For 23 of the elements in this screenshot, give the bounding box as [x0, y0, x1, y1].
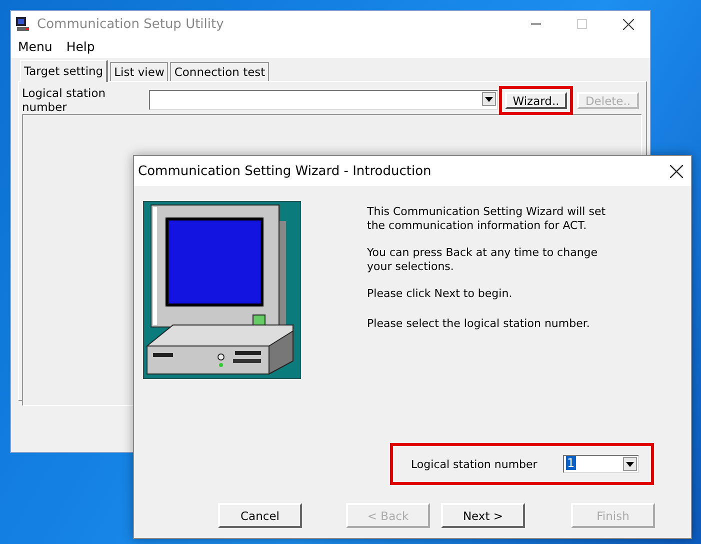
dialog-title: Communication Setting Wizard - Introduction	[138, 164, 432, 178]
dropdown-arrow-icon	[626, 462, 634, 466]
tab[interactable]: Connection test	[170, 62, 270, 81]
field-label: Logical station number	[411, 458, 538, 470]
dropdown-arrow-icon	[485, 96, 493, 102]
instruction-text: This Communication Setting Wizard will set the communication information for ACT.	[367, 205, 607, 233]
button[interactable]: Wizard..	[505, 92, 567, 108]
tab[interactable]: List view	[110, 62, 168, 81]
station-dropdown[interactable]: 1	[563, 455, 639, 473]
menu-item[interactable]: Help	[66, 39, 95, 56]
computer-icon	[15, 16, 31, 32]
station-dropdown[interactable]	[148, 90, 498, 110]
close-icon[interactable]	[670, 164, 683, 178]
instruction-text: You can press Back at any time to change your selections.	[367, 246, 599, 274]
instruction-text: Please click Next to begin.	[367, 287, 514, 301]
button[interactable]: Cancel	[218, 503, 302, 528]
button[interactable]: Next >	[441, 503, 525, 528]
menu-item[interactable]: Menu	[18, 39, 52, 56]
tab[interactable]: Target setting	[20, 60, 108, 82]
instruction-text: Please select the logical station number.	[367, 317, 591, 331]
window-title: Communication Setup Utility	[37, 16, 225, 32]
field-label: Logical station number	[22, 86, 107, 114]
close-icon[interactable]	[623, 18, 634, 30]
